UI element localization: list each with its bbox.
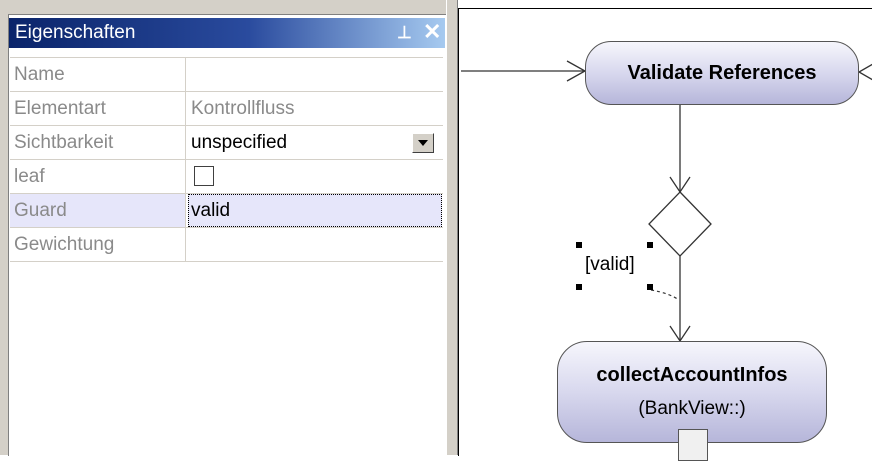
visibility-select-value: unspecified: [191, 132, 288, 153]
property-row-gewichtung[interactable]: Gewichtung: [10, 228, 443, 262]
property-grid: Name Elementart Kontrollfluss Sichtbarke…: [10, 57, 443, 262]
panel-splitter[interactable]: [446, 0, 458, 455]
action-stereotype: (BankView::): [638, 398, 746, 419]
properties-titlebar: Eigenschaften ⊥ ✕: [9, 18, 445, 48]
selection-handle[interactable]: [647, 284, 653, 290]
property-value-gewichtung[interactable]: [188, 228, 442, 261]
property-key: Name: [10, 58, 186, 91]
selection-handle[interactable]: [647, 242, 653, 248]
leaf-value: [188, 160, 442, 193]
label-anchor-line: [650, 289, 680, 301]
pin-icon[interactable]: ⊥: [397, 18, 412, 48]
property-key: leaf: [10, 160, 186, 193]
properties-panel: Eigenschaften ⊥ ✕ Name Elementart Kontro…: [0, 0, 450, 456]
property-key: Elementart: [10, 92, 186, 125]
property-key: Gewichtung: [10, 228, 186, 261]
leaf-checkbox[interactable]: [194, 166, 214, 186]
property-row-guard[interactable]: Guard valid: [10, 194, 443, 228]
action-name: Validate References: [627, 62, 817, 84]
selection-handle[interactable]: [576, 242, 582, 248]
close-icon[interactable]: ✕: [423, 17, 441, 47]
visibility-select[interactable]: unspecified: [188, 126, 442, 159]
property-row-elementart: Elementart Kontrollfluss: [10, 92, 443, 126]
guard-label[interactable]: [valid]: [585, 254, 635, 276]
action-pin[interactable]: [678, 429, 708, 461]
property-row-name[interactable]: Name: [10, 58, 443, 92]
decision-node[interactable]: [648, 191, 712, 257]
arrowhead-icon: [857, 63, 872, 81]
chevron-down-icon[interactable]: [412, 133, 434, 153]
action-collect-account-infos[interactable]: collectAccountInfos (BankView::): [557, 341, 827, 443]
selection-handle[interactable]: [576, 284, 582, 290]
guard-input[interactable]: valid: [188, 194, 442, 227]
property-value-name[interactable]: [188, 58, 442, 91]
property-value-elementart: Kontrollfluss: [191, 98, 295, 119]
property-key: Guard: [10, 194, 186, 227]
property-row-leaf[interactable]: leaf: [10, 160, 443, 194]
property-key: Sichtbarkeit: [10, 126, 186, 159]
action-name: collectAccountInfos: [596, 364, 788, 386]
action-validate-references[interactable]: Validate References: [585, 41, 859, 105]
panel-title: Eigenschaften: [15, 22, 136, 43]
activity-diagram-canvas[interactable]: Validate References [valid] collectAccou…: [458, 8, 872, 461]
property-row-sichtbarkeit[interactable]: Sichtbarkeit unspecified: [10, 126, 443, 160]
